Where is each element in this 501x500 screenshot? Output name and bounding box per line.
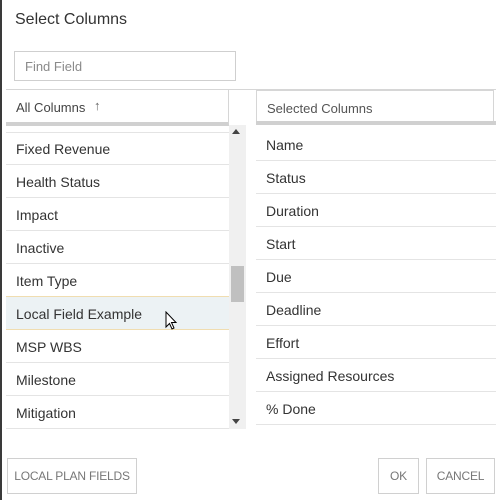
scroll-thumb[interactable]: [231, 266, 244, 302]
list-item-label: Impact: [16, 207, 59, 223]
selected-item-label: Due: [266, 269, 292, 285]
selected-header-underline: [256, 121, 496, 125]
list-item[interactable]: Item Type: [6, 264, 229, 297]
list-item[interactable]: MSP WBS: [6, 330, 229, 363]
list-item[interactable]: Health Status: [6, 165, 229, 198]
sort-ascending-icon[interactable]: ↑: [94, 98, 101, 113]
list-scrollbar[interactable]: [229, 125, 246, 429]
list-item-label: Inactive: [16, 240, 65, 256]
cancel-button[interactable]: CANCEL: [426, 458, 495, 494]
all-columns-header[interactable]: All Columns ↑: [6, 90, 229, 126]
list-item-label: MSP WBS: [16, 339, 82, 355]
local-plan-fields-button[interactable]: LOCAL PLAN FIELDS: [7, 458, 137, 494]
list-item-label: Health Status: [16, 174, 101, 190]
find-field-input[interactable]: [14, 51, 236, 81]
list-item-hovered[interactable]: Local Field Example: [6, 296, 229, 330]
selected-item[interactable]: Status: [256, 161, 496, 194]
scroll-up-arrow-icon[interactable]: [232, 129, 240, 134]
window-edge: [0, 0, 2, 500]
selected-columns-list: Name Status Duration Start Due Deadline …: [256, 128, 496, 425]
list-item-label: Local Field Example: [16, 306, 143, 322]
list-item[interactable]: Milestone: [6, 363, 229, 396]
ok-button[interactable]: OK: [378, 458, 419, 494]
selected-item[interactable]: Due: [256, 260, 496, 293]
list-item[interactable]: Inactive: [6, 231, 229, 264]
selected-item-label: Start: [266, 236, 296, 252]
list-item-label: Mitigation: [16, 405, 76, 421]
list-item[interactable]: Impact: [6, 198, 229, 231]
selected-item-label: Assigned Resources: [266, 368, 395, 384]
all-columns-label: All Columns: [16, 100, 86, 115]
list-item-label: Milestone: [16, 372, 76, 388]
dialog-title: Select Columns: [15, 11, 128, 28]
selected-item[interactable]: Start: [256, 227, 496, 260]
selected-item-label: Effort: [266, 335, 300, 351]
selected-item[interactable]: Effort: [256, 326, 496, 359]
mouse-pointer-icon: [165, 311, 178, 330]
list-item-label: Fixed Revenue: [16, 141, 111, 157]
list-item-label: Item Type: [16, 273, 78, 289]
selected-item[interactable]: Duration: [256, 194, 496, 227]
selected-item-label: % Done: [266, 401, 316, 417]
selected-columns-header: Selected Columns: [256, 90, 494, 121]
selected-item[interactable]: Assigned Resources: [256, 359, 496, 392]
selected-item[interactable]: Deadline: [256, 293, 496, 326]
selected-item[interactable]: Name: [256, 128, 496, 161]
selected-item-label: Name: [266, 137, 304, 153]
selected-item-label: Duration: [266, 203, 319, 219]
selected-columns-label: Selected Columns: [267, 101, 373, 116]
selected-item[interactable]: % Done: [256, 392, 496, 425]
selected-item-label: Status: [266, 170, 306, 186]
all-columns-list: Fixed Revenue Health Status Impact Inact…: [6, 132, 229, 429]
scroll-down-arrow-icon[interactable]: [232, 419, 240, 424]
list-item[interactable]: Mitigation: [6, 396, 229, 429]
list-item[interactable]: Fixed Revenue: [6, 132, 229, 165]
selected-item-label: Deadline: [266, 302, 322, 318]
